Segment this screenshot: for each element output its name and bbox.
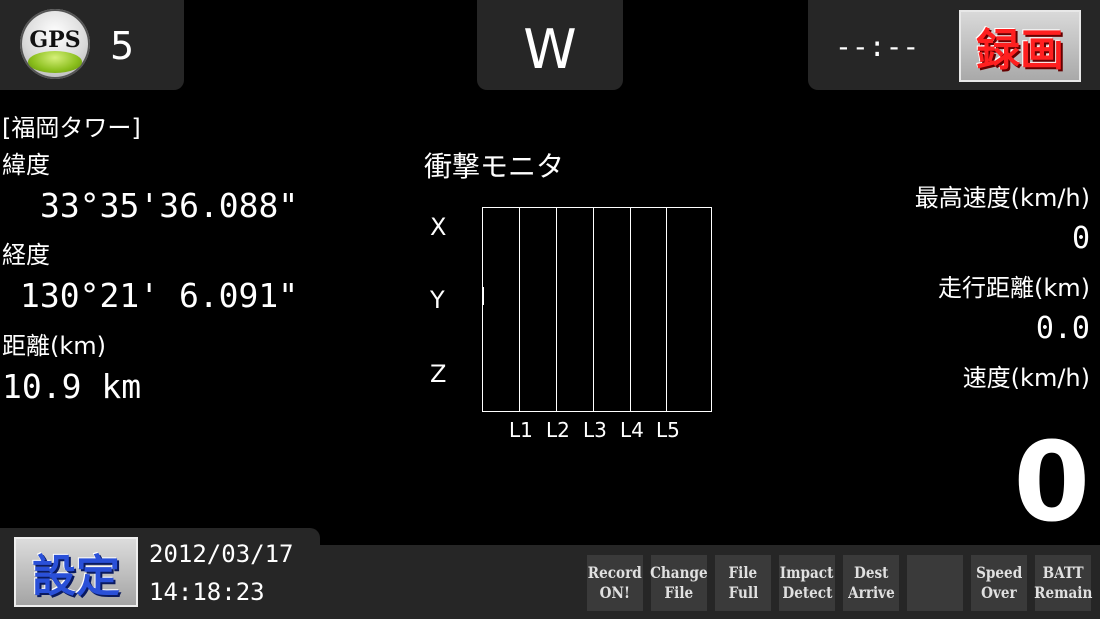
grid-line-l3 (593, 208, 594, 411)
indicator-dest-arrive: Dest Arrive (843, 555, 899, 611)
indicator-batt-remain: BATT Remain (1034, 555, 1092, 611)
max-speed-label: 最高速度(km/h) (914, 184, 1090, 212)
grid-line-l2 (556, 208, 557, 411)
level-label-l4: L4 (620, 418, 644, 442)
longitude-value: 130°21' 6.091" (20, 276, 299, 315)
distance-label: 距離(km) (2, 332, 107, 360)
axis-x-label: X (430, 213, 447, 241)
axis-y-label: Y (430, 286, 445, 314)
grid-line-l5 (666, 208, 667, 411)
longitude-label: 経度 (2, 241, 50, 269)
destination-name: [福岡タワー] (2, 114, 141, 142)
impact-monitor-grid (482, 207, 712, 412)
grid-line-l1 (519, 208, 520, 411)
y-axis-impact-bar (482, 287, 484, 305)
speed-value: 0 (1013, 418, 1090, 546)
level-label-l5: L5 (656, 418, 680, 442)
distance-value: 10.9 km (2, 367, 142, 406)
latitude-value: 33°35'36.088" (40, 186, 299, 225)
satellite-count: 5 (110, 24, 135, 68)
date-display: 2012/03/17 (149, 540, 294, 568)
speed-label: 速度(km/h) (962, 364, 1090, 392)
max-speed-value: 0 (1071, 221, 1090, 256)
time-display: 14:18:23 (149, 578, 265, 606)
indicator-file-full: File Full (715, 555, 771, 611)
grid-line-l4 (630, 208, 631, 411)
latitude-label: 緯度 (2, 151, 50, 179)
trip-distance-label: 走行距離(km) (937, 274, 1090, 302)
level-label-l3: L3 (583, 418, 607, 442)
indicator-blank (907, 555, 963, 611)
level-label-l2: L2 (546, 418, 570, 442)
indicator-speed-over: Speed Over (971, 555, 1027, 611)
impact-monitor-title: 衝撃モニタ (424, 150, 565, 183)
settings-button[interactable]: 設定 (14, 537, 138, 607)
gps-icon-label: GPS (29, 27, 81, 53)
compass-heading: W (523, 18, 577, 81)
clock-display: --:-- (835, 30, 920, 63)
indicator-record-on: Record ON! (587, 555, 643, 611)
trip-distance-value: 0.0 (1035, 311, 1090, 346)
indicator-change-file: Change File (650, 555, 708, 611)
record-button[interactable]: 録画 (959, 10, 1081, 82)
axis-z-label: Z (430, 360, 447, 388)
indicator-impact-detect: Impact Detect (779, 555, 835, 611)
level-label-l1: L1 (509, 418, 533, 442)
gps-icon: GPS (20, 9, 90, 79)
